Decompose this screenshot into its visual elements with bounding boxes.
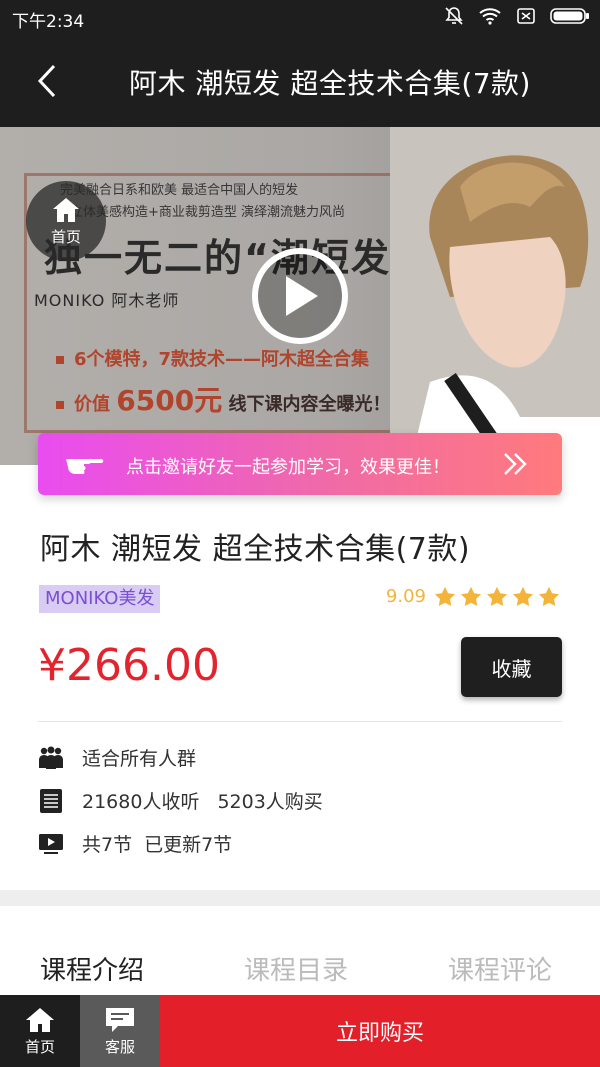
section-separator [0,890,600,906]
buy-now-button[interactable]: 立即购买 [160,995,600,1067]
floating-home-button[interactable]: 首页 [26,181,106,261]
back-button[interactable] [22,56,72,106]
course-banner-video[interactable]: 完美融合日系和欧美 最适合中国人的短发 立体美感构造+商业裁剪造型 演绎潮流魅力… [0,127,600,465]
play-button[interactable] [252,248,348,344]
listeners-text: 21680人收听 [82,791,200,813]
battery-icon [550,8,589,24]
customer-service-label: 客服 [104,1037,135,1056]
star-icon [512,586,534,606]
lessons-total-text: 共7节 [82,834,133,856]
banner-tagline-2: 立体美感构造+商业裁剪造型 演绎潮流魅力风尚 [70,205,346,220]
double-chevron-right-icon [504,453,527,475]
organization-tag[interactable]: MONIKO美发 [39,585,161,613]
no-sim-icon [517,8,535,24]
price: ¥266.00 [38,640,220,691]
star-icon [538,586,560,606]
rating-score: 9.09 [385,586,426,607]
audience-row: 适合所有人群 [38,744,196,771]
mute-bell-icon [445,7,463,25]
video-screen-icon [38,831,64,857]
rating: 9.09 [386,586,560,607]
status-icons [444,6,590,26]
banner-bullet-2-value: 6500元 [116,384,223,417]
banner-bullet-1-text: 6个模特，7款技术——阿木超全合集 [74,349,370,370]
customer-service-button[interactable]: 客服 [80,995,160,1067]
bullet-dot [56,401,64,409]
play-icon [286,276,318,316]
floating-home-label: 首页 [50,227,81,246]
course-title: 阿木 潮短发 超全技术合集(7款) [40,532,471,567]
chevron-left-icon [37,64,56,98]
banner-bullet-1: 6个模特，7款技术——阿木超全合集 [56,345,369,371]
bullet-dot [56,356,64,364]
stats-row: 21680人收听 5203人购买 [38,787,323,814]
invite-text: 点击邀请好友一起参加学习，效果更佳！ [126,457,450,478]
status-bar: 下午2:34 [0,0,600,34]
banner-teacher: MONIKO 阿木老师 [34,291,180,310]
lessons-row: 共7节 已更新7节 [38,830,232,857]
divider [38,721,562,722]
star-icon [486,586,508,606]
chat-bubble-icon [106,1007,134,1032]
banner-bullet-2-suffix: 线下课内容全曝光！ [222,394,391,415]
course-tabs: 课程介绍 课程目录 课程评论 [0,938,600,994]
course-detail-page: 下午2:34 阿木 潮短发 超全技术合集(7款) 完美融合日系和欧美 最适合中国… [0,0,600,1067]
lessons-updated-text: 已更新7节 [144,834,233,856]
star-icon [434,586,456,606]
audience-text: 适合所有人群 [82,748,197,770]
nav-bar: 阿木 潮短发 超全技术合集(7款) [0,34,600,127]
bottom-home-label: 首页 [24,1037,55,1056]
bottom-home-button[interactable]: 首页 [0,995,80,1067]
banner-bullet-2: 价值 6500元 线下课内容全曝光！ [56,379,391,419]
pointing-hand-icon [66,459,104,474]
bottom-action-bar: 首页 客服 立即购买 [0,995,600,1067]
page-title: 阿木 潮短发 超全技术合集(7款) [129,67,531,100]
invite-friends-banner[interactable]: 点击邀请好友一起参加学习，效果更佳！ [38,433,562,495]
home-icon [53,197,79,222]
wifi-icon [479,8,501,25]
favorite-button[interactable]: 收藏 [461,637,562,697]
star-icon [460,586,482,606]
tab-course-intro[interactable]: 课程介绍 [40,950,144,987]
status-time: 下午2:34 [12,12,85,32]
home-icon [26,1007,54,1032]
group-icon [38,745,64,771]
model-portrait [390,127,600,465]
tab-course-catalog[interactable]: 课程目录 [244,950,348,987]
buyers-text: 5203人购买 [217,791,323,813]
banner-bullet-2-prefix: 价值 [74,394,117,415]
list-doc-icon [38,788,64,814]
tab-course-comments[interactable]: 课程评论 [448,950,552,987]
